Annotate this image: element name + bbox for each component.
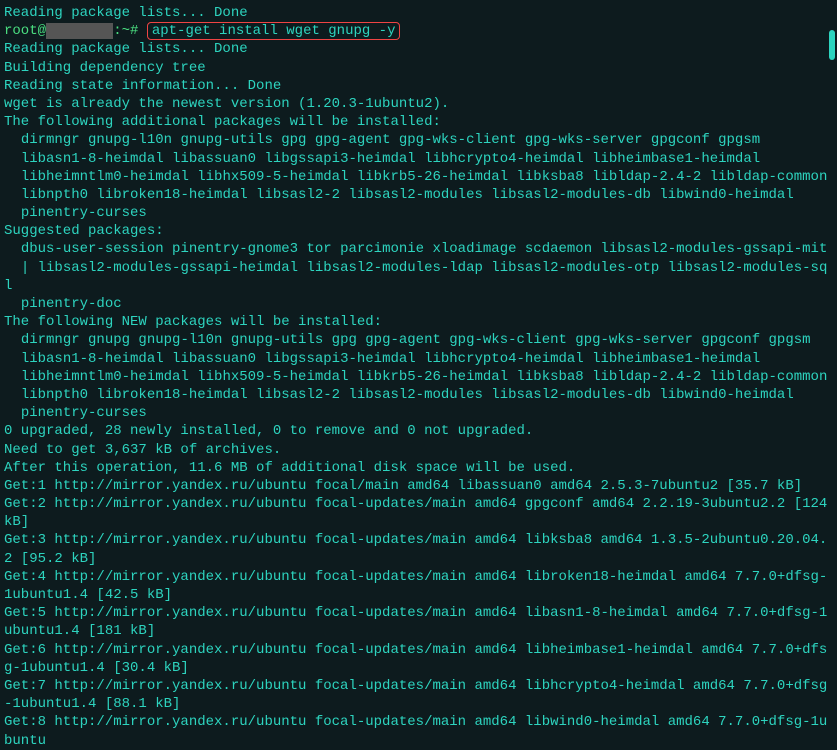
terminal-line: pinentry-curses bbox=[4, 404, 833, 422]
prompt-suffix: :~# bbox=[113, 23, 147, 39]
terminal-line: Get:6 http://mirror.yandex.ru/ubuntu foc… bbox=[4, 641, 833, 677]
terminal-line: After this operation, 11.6 MB of additio… bbox=[4, 459, 833, 477]
terminal-line: The following additional packages will b… bbox=[4, 113, 833, 131]
terminal-line: Reading package lists... Done bbox=[4, 40, 833, 58]
scrollbar-thumb[interactable] bbox=[829, 30, 835, 60]
terminal-line: dirmngr gnupg gnupg-l10n gnupg-utils gpg… bbox=[4, 331, 833, 349]
terminal-line: libheimntlm0-heimdal libhx509-5-heimdal … bbox=[4, 368, 833, 386]
terminal-line: Get:2 http://mirror.yandex.ru/ubuntu foc… bbox=[4, 495, 833, 531]
terminal-line: Reading state information... Done bbox=[4, 77, 833, 95]
terminal-line: libheimntlm0-heimdal libhx509-5-heimdal … bbox=[4, 168, 833, 186]
prompt-host-redacted bbox=[46, 23, 113, 39]
terminal-line: Get:1 http://mirror.yandex.ru/ubuntu foc… bbox=[4, 477, 833, 495]
terminal-line: pinentry-curses bbox=[4, 204, 833, 222]
terminal-line: libasn1-8-heimdal libassuan0 libgssapi3-… bbox=[4, 150, 833, 168]
terminal-line: Get:5 http://mirror.yandex.ru/ubuntu foc… bbox=[4, 604, 833, 640]
terminal-line: libnpth0 libroken18-heimdal libsasl2-2 l… bbox=[4, 186, 833, 204]
terminal-output[interactable]: Reading package lists... Doneroot@ :~# a… bbox=[4, 4, 833, 750]
terminal-line: Suggested packages: bbox=[4, 222, 833, 240]
prompt-user: root@ bbox=[4, 23, 46, 39]
terminal-line: Get:4 http://mirror.yandex.ru/ubuntu foc… bbox=[4, 568, 833, 604]
terminal-line: The following NEW packages will be insta… bbox=[4, 313, 833, 331]
terminal-line: dirmngr gnupg-l10n gnupg-utils gpg gpg-a… bbox=[4, 131, 833, 149]
terminal-line: wget is already the newest version (1.20… bbox=[4, 95, 833, 113]
terminal-line: libasn1-8-heimdal libassuan0 libgssapi3-… bbox=[4, 350, 833, 368]
terminal-line: | libsasl2-modules-gssapi-heimdal libsas… bbox=[4, 259, 833, 295]
highlighted-command: apt-get install wget gnupg -y bbox=[147, 22, 401, 40]
terminal-line: Reading package lists... Done bbox=[4, 4, 833, 22]
terminal-line: pinentry-doc bbox=[4, 295, 833, 313]
terminal-line: 0 upgraded, 28 newly installed, 0 to rem… bbox=[4, 422, 833, 440]
terminal-line: root@ :~# apt-get install wget gnupg -y bbox=[4, 22, 833, 40]
terminal-line: Get:3 http://mirror.yandex.ru/ubuntu foc… bbox=[4, 531, 833, 567]
terminal-line: Get:7 http://mirror.yandex.ru/ubuntu foc… bbox=[4, 677, 833, 713]
terminal-line: libnpth0 libroken18-heimdal libsasl2-2 l… bbox=[4, 386, 833, 404]
terminal-line: dbus-user-session pinentry-gnome3 tor pa… bbox=[4, 240, 833, 258]
terminal-line: Get:8 http://mirror.yandex.ru/ubuntu foc… bbox=[4, 713, 833, 749]
terminal-line: Building dependency tree bbox=[4, 59, 833, 77]
terminal-line: Need to get 3,637 kB of archives. bbox=[4, 441, 833, 459]
